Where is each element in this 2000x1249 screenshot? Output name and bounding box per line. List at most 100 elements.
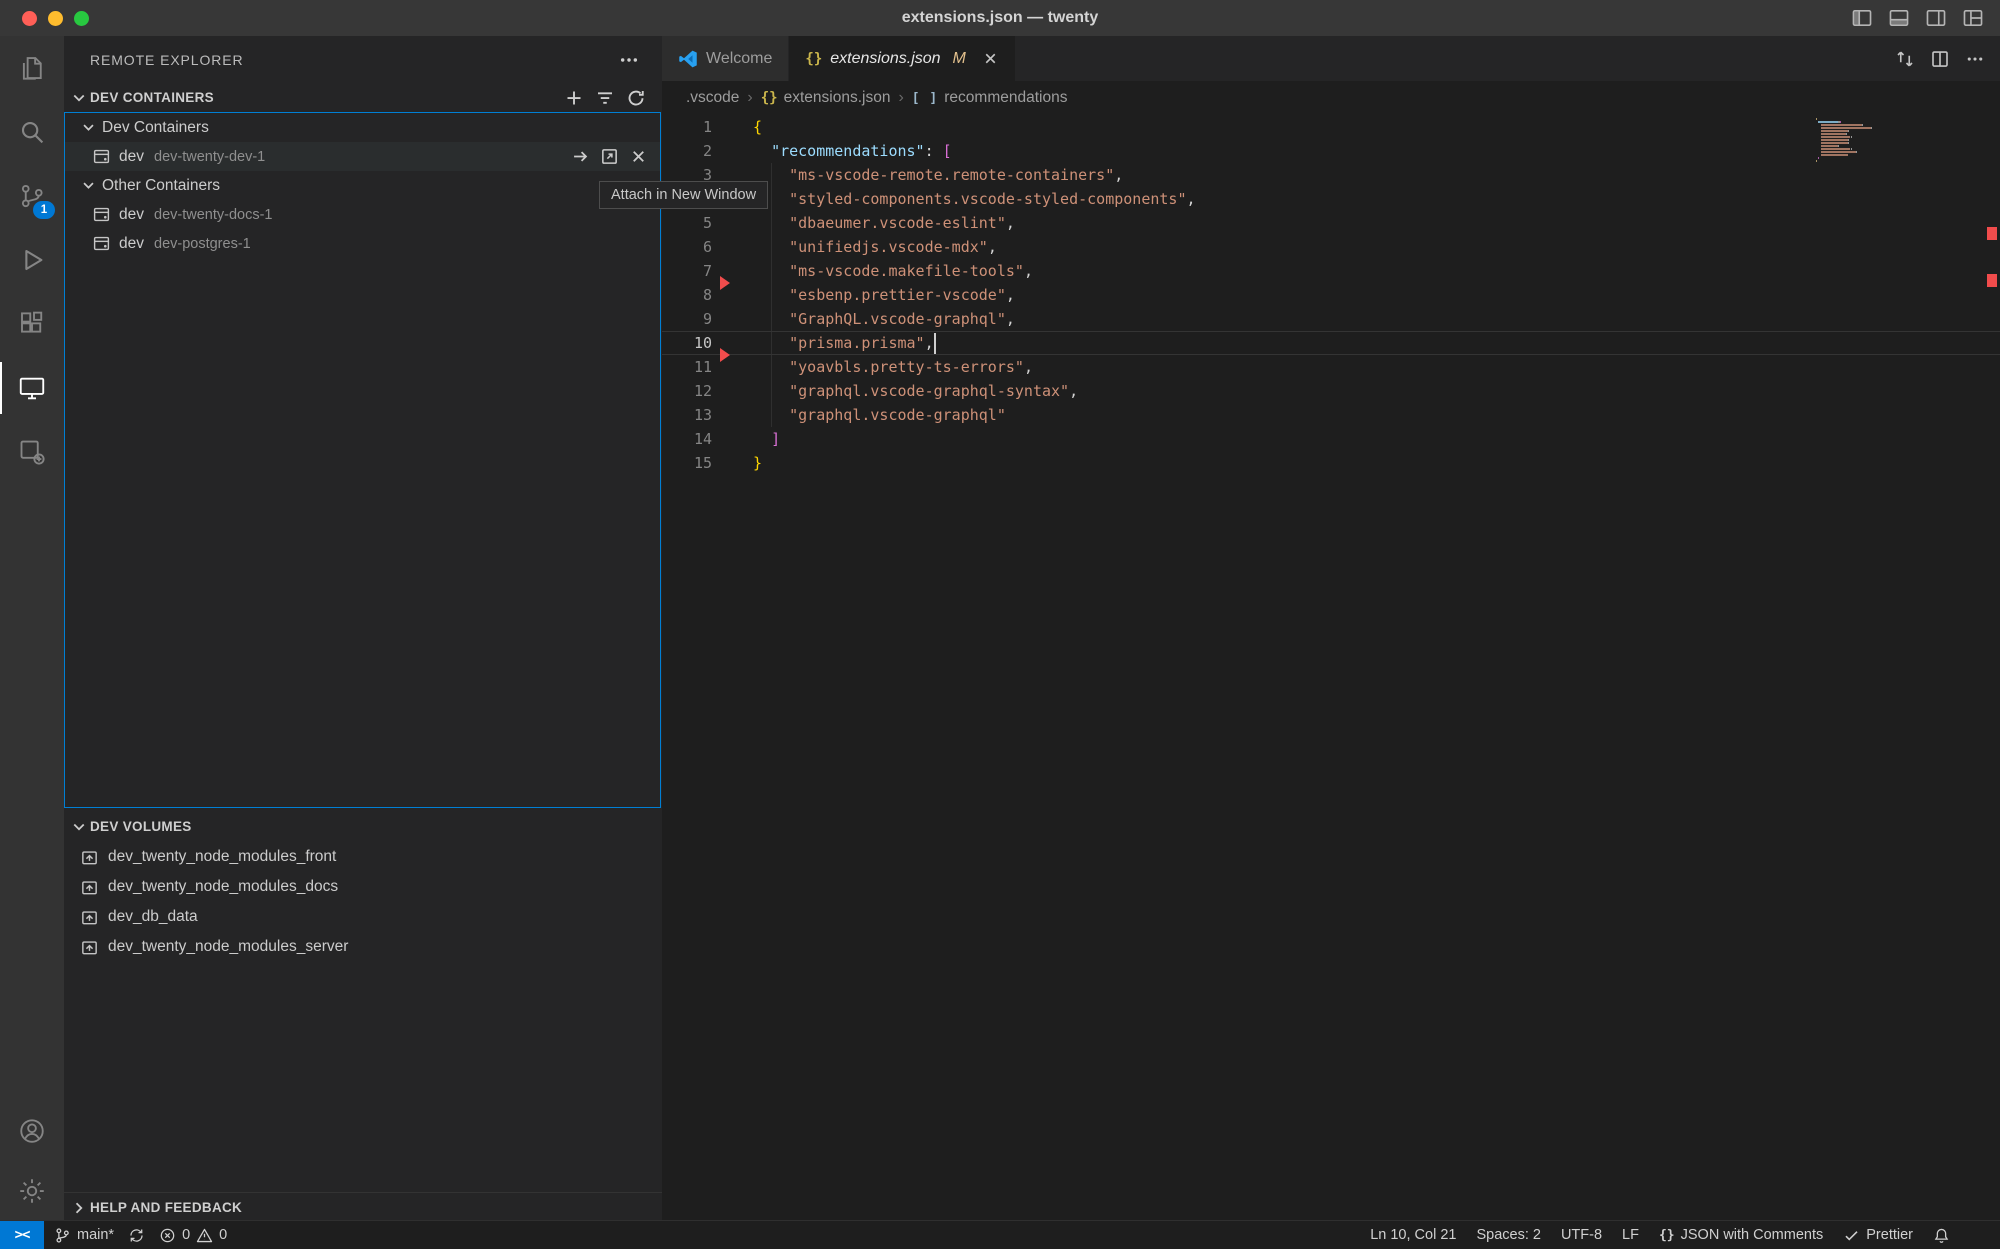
code-line[interactable]: 6 "unifiedjs.vscode-mdx", bbox=[662, 235, 2000, 259]
status-indentation[interactable]: Spaces: 2 bbox=[1466, 1227, 1551, 1243]
line-number[interactable]: 13 bbox=[662, 403, 712, 427]
line-number[interactable]: 2 bbox=[662, 139, 712, 163]
problems-status[interactable]: 0 0 bbox=[149, 1221, 237, 1249]
files-icon bbox=[17, 53, 47, 83]
dev-volumes-section-header[interactable]: DEV VOLUMES bbox=[64, 812, 662, 841]
breadcrumb-separator: › bbox=[898, 89, 903, 107]
code-line[interactable]: 12 "graphql.vscode-graphql-syntax", bbox=[662, 379, 2000, 403]
tooltip-attach-in-new-window: Attach in New Window bbox=[599, 181, 768, 209]
activity-bar-item-explorer[interactable] bbox=[0, 36, 64, 100]
close-window-button[interactable] bbox=[22, 11, 37, 26]
activity-bar-item-source-control[interactable]: 1 bbox=[0, 164, 64, 228]
volume-row-dev_twenty_node_modules_server[interactable]: dev_twenty_node_modules_server bbox=[64, 932, 662, 962]
code-line[interactable]: 3 "ms-vscode-remote.remote-containers", bbox=[662, 163, 2000, 187]
code-line[interactable]: 13 "graphql.vscode-graphql" bbox=[662, 403, 2000, 427]
status-formatter[interactable]: Prettier bbox=[1833, 1227, 1923, 1244]
git-deleted-lines-marker bbox=[720, 348, 730, 362]
sync-changes-button[interactable] bbox=[124, 1221, 149, 1249]
close-tab-icon[interactable] bbox=[982, 50, 999, 67]
tree-group-label: Dev Containers bbox=[102, 119, 209, 137]
breadcrumb-item-extensions-json[interactable]: {}extensions.json bbox=[761, 89, 891, 107]
status-notifications[interactable] bbox=[1923, 1227, 1960, 1244]
code-line[interactable]: 5 "dbaeumer.vscode-eslint", bbox=[662, 211, 2000, 235]
line-number[interactable]: 14 bbox=[662, 427, 712, 451]
code-line[interactable]: 2 "recommendations": [ bbox=[662, 139, 2000, 163]
line-number[interactable]: 1 bbox=[662, 115, 712, 139]
line-number[interactable]: 8 bbox=[662, 283, 712, 307]
line-number[interactable]: 9 bbox=[662, 307, 712, 331]
container-description: dev-twenty-docs-1 bbox=[154, 207, 272, 223]
container-row-dev-twenty-docs-1[interactable]: devdev-twenty-docs-1 bbox=[65, 200, 660, 229]
container-row-dev-twenty-dev-1[interactable]: devdev-twenty-dev-1 bbox=[65, 142, 660, 171]
code-line[interactable]: 10 "prisma.prisma", bbox=[662, 331, 2000, 355]
new-dev-container-icon[interactable] bbox=[564, 88, 584, 108]
line-number[interactable]: 7 bbox=[662, 259, 712, 283]
stop-container-button[interactable] bbox=[629, 147, 648, 166]
activity-bar-item-run-and-debug[interactable] bbox=[0, 228, 64, 292]
activity-bar-item-remote-explorer[interactable] bbox=[0, 356, 64, 420]
volume-row-dev_db_data[interactable]: dev_db_data bbox=[64, 902, 662, 932]
code-line[interactable]: 11 "yoavbls.pretty-ts-errors", bbox=[662, 355, 2000, 379]
overview-ruler[interactable] bbox=[1986, 115, 2000, 1221]
more-actions-icon[interactable] bbox=[1965, 49, 1985, 69]
activity-bar-item-search[interactable] bbox=[0, 100, 64, 164]
code-line[interactable]: 15} bbox=[662, 451, 2000, 475]
activity-bar-item-dev-containers[interactable] bbox=[0, 420, 64, 484]
tab-welcome[interactable]: Welcome bbox=[662, 36, 789, 81]
line-number[interactable]: 10 bbox=[662, 331, 712, 355]
line-number[interactable]: 11 bbox=[662, 355, 712, 379]
breadcrumb-item--vscode[interactable]: .vscode bbox=[686, 89, 739, 107]
status-label: LF bbox=[1622, 1227, 1639, 1243]
toggle-secondary-sidebar-icon[interactable] bbox=[1925, 7, 1947, 29]
help-and-feedback-section-header[interactable]: HELP AND FEEDBACK bbox=[64, 1192, 662, 1222]
customize-layout-icon[interactable] bbox=[1962, 7, 1984, 29]
activity-bar-item-manage[interactable] bbox=[0, 1161, 64, 1221]
code-line[interactable]: 4 "styled-components.vscode-styled-compo… bbox=[662, 187, 2000, 211]
volume-row-dev_twenty_node_modules_front[interactable]: dev_twenty_node_modules_front bbox=[64, 842, 662, 872]
more-actions-icon[interactable] bbox=[618, 49, 640, 71]
line-number[interactable]: 15 bbox=[662, 451, 712, 475]
status-cursor-position[interactable]: Ln 10, Col 21 bbox=[1360, 1227, 1466, 1243]
code-token: , bbox=[1114, 166, 1123, 184]
code-text: "unifiedjs.vscode-mdx", bbox=[753, 235, 997, 259]
tree-group-dev-containers[interactable]: Dev Containers bbox=[65, 113, 660, 142]
code-line[interactable]: 7 "ms-vscode.makefile-tools", bbox=[662, 259, 2000, 283]
code-token bbox=[753, 430, 771, 448]
status-language-mode[interactable]: {}JSON with Comments bbox=[1649, 1227, 1833, 1243]
toggle-primary-sidebar-icon[interactable] bbox=[1851, 7, 1873, 29]
code-line[interactable]: 8 "esbenp.prettier-vscode", bbox=[662, 283, 2000, 307]
code-line[interactable]: 1{ bbox=[662, 115, 2000, 139]
minimize-window-button[interactable] bbox=[48, 11, 63, 26]
refresh-icon[interactable] bbox=[626, 88, 646, 108]
breadcrumb-item-recommendations[interactable]: [ ]recommendations bbox=[912, 89, 1068, 107]
code-text: } bbox=[753, 451, 762, 475]
toggle-panel-icon[interactable] bbox=[1888, 7, 1910, 29]
code-line[interactable]: 9 "GraphQL.vscode-graphql", bbox=[662, 307, 2000, 331]
show-list-icon[interactable] bbox=[595, 88, 615, 108]
json-symbol-icon: {} bbox=[761, 90, 778, 106]
line-number[interactable]: 6 bbox=[662, 235, 712, 259]
code-line[interactable]: 14 ] bbox=[662, 427, 2000, 451]
status-encoding[interactable]: UTF-8 bbox=[1551, 1227, 1612, 1243]
git-branch-label: main* bbox=[77, 1227, 114, 1243]
attach-new-window-button[interactable] bbox=[600, 147, 619, 166]
tab-extensions-json[interactable]: {}extensions.jsonM bbox=[789, 36, 1015, 81]
dev-containers-section-header[interactable]: DEV CONTAINERS bbox=[64, 83, 662, 112]
git-branch-status[interactable]: main* bbox=[44, 1221, 124, 1249]
tree-group-other-containers[interactable]: Other Containers bbox=[65, 171, 660, 200]
status-eol[interactable]: LF bbox=[1612, 1227, 1649, 1243]
line-number[interactable]: 5 bbox=[662, 211, 712, 235]
remote-indicator[interactable]: >< bbox=[0, 1221, 44, 1249]
line-number[interactable]: 12 bbox=[662, 379, 712, 403]
split-editor-icon[interactable] bbox=[1930, 49, 1950, 69]
container-row-dev-postgres-1[interactable]: devdev-postgres-1 bbox=[65, 229, 660, 258]
volume-row-dev_twenty_node_modules_docs[interactable]: dev_twenty_node_modules_docs bbox=[64, 872, 662, 902]
attach-container-button[interactable] bbox=[571, 147, 590, 166]
zoom-window-button[interactable] bbox=[74, 11, 89, 26]
code-token: "prisma.prisma" bbox=[789, 334, 924, 352]
code-editor[interactable]: 1{2 "recommendations": [3 "ms-vscode-rem… bbox=[662, 115, 2000, 1221]
minimap[interactable] bbox=[1816, 118, 1900, 163]
activity-bar-item-accounts[interactable] bbox=[0, 1101, 64, 1161]
open-changes-icon[interactable] bbox=[1895, 49, 1915, 69]
activity-bar-item-extensions[interactable] bbox=[0, 292, 64, 356]
